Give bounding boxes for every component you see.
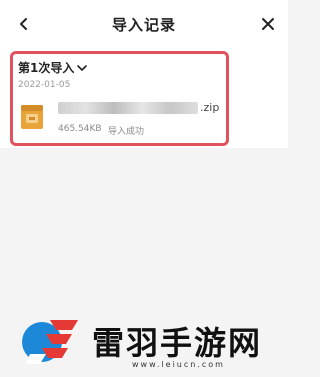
file-name-redacted [58, 102, 198, 114]
watermark-logo-icon [22, 320, 78, 364]
import-date: 2022-01-05 [18, 80, 71, 90]
chevron-left-icon [20, 18, 27, 30]
page-title: 导入记录 [111, 15, 176, 34]
watermark: 雷羽手游网 www.leiucn.com [12, 308, 288, 377]
batch-label: 第1次导入 [18, 61, 75, 75]
close-icon [262, 18, 274, 30]
batch-toggle[interactable]: 第1次导入 [18, 59, 88, 76]
import-status: 导入成功 [108, 127, 145, 137]
close-button[interactable] [256, 12, 280, 36]
import-record-card: 第1次导入 2022-01-05 .zip 465.54KB 导入成功 [10, 51, 229, 146]
zip-file-icon [21, 105, 43, 129]
back-button[interactable] [12, 12, 36, 36]
chevron-down-icon [77, 64, 88, 71]
watermark-url: www.leiucn.com [132, 360, 225, 369]
watermark-brand: 雷羽手游网 [92, 324, 263, 362]
file-size: 465.54KB [58, 124, 102, 134]
file-extension: .zip [200, 101, 220, 114]
top-bar: 导入记录 [0, 0, 288, 48]
